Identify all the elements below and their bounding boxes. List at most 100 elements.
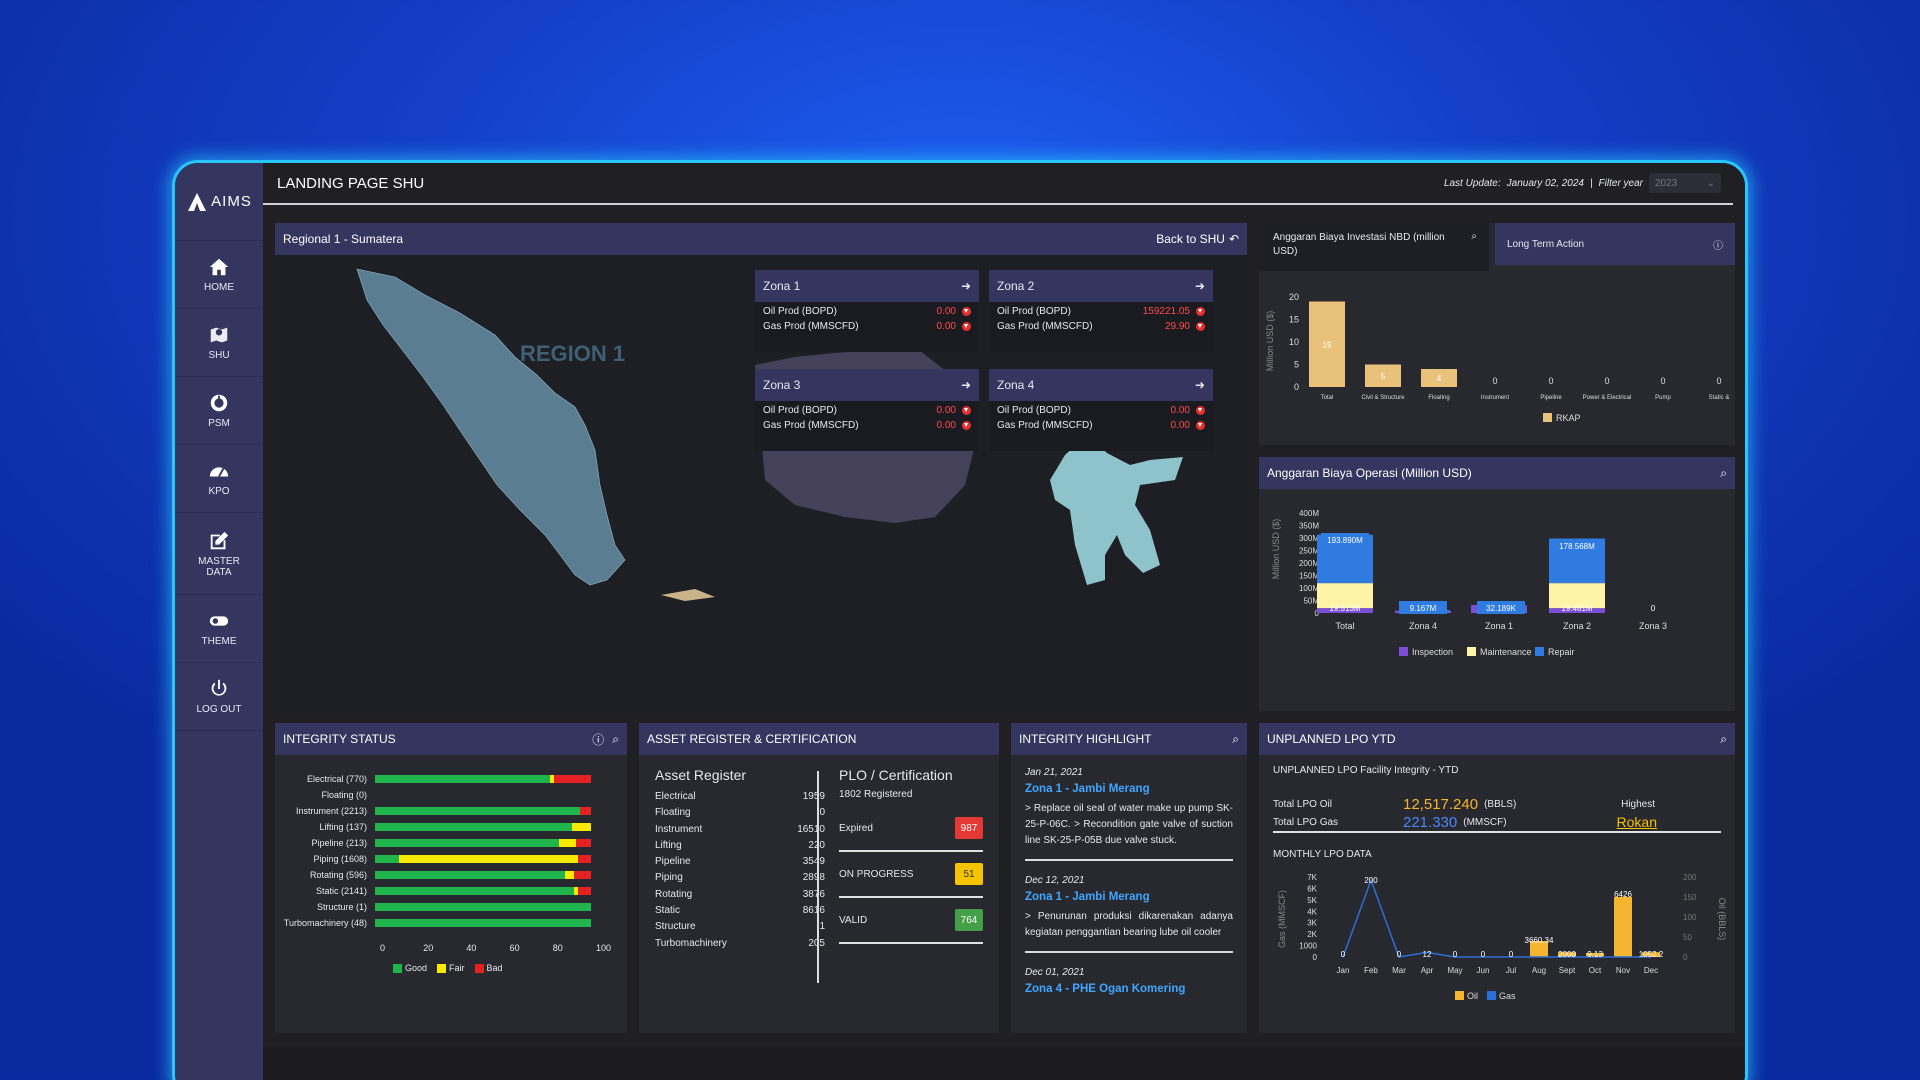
arrow-right-circle-icon[interactable]: ➜ xyxy=(961,378,971,392)
integrity-row[interactable]: Static (2141) xyxy=(275,883,627,899)
x-tick-label: Apr xyxy=(1421,966,1434,975)
asset-row[interactable]: Rotating 3876 xyxy=(655,889,825,905)
cert-valid[interactable]: VALID 764 xyxy=(839,898,983,944)
highlight-date: Dec 12, 2021 xyxy=(1025,875,1085,886)
cert-expired[interactable]: Expired 987 xyxy=(839,806,983,852)
integrity-row-label: Turbomachinery (48) xyxy=(283,918,367,928)
last-update-label: Last Update: xyxy=(1443,177,1501,189)
integrity-row[interactable]: Rotating (596) xyxy=(275,867,627,883)
data-label: 9.167M xyxy=(1410,604,1437,613)
search-icon[interactable]: ⌕ xyxy=(1720,466,1727,481)
search-icon[interactable]: ⌕ xyxy=(1232,732,1239,747)
x-tick-label: Pump xyxy=(1655,395,1671,401)
arrow-right-circle-icon[interactable]: ➜ xyxy=(1195,378,1205,392)
integrity-segment-bad xyxy=(578,887,591,895)
bar-value-label: 4 xyxy=(1437,374,1442,383)
asset-row[interactable]: Electrical 1959 xyxy=(655,791,825,807)
bar-value-label: 0 xyxy=(1548,376,1553,386)
x-tick-label: 80 xyxy=(552,943,563,953)
sidebar-item-shu[interactable]: SHU xyxy=(175,309,263,377)
sidebar-item-logout[interactable]: LOG OUT xyxy=(175,663,263,731)
integrity-row[interactable]: Instrument (2213) xyxy=(275,803,627,819)
sidebar-item-theme[interactable]: THEME xyxy=(175,595,263,663)
asset-row[interactable]: Pipeline 3549 xyxy=(655,856,825,872)
integrity-header: INTEGRITY STATUS ⓘ ⌕ xyxy=(275,723,627,755)
zone-card-1[interactable]: Zona 1 ➜ Oil Prod (BOPD) 0.00 Gas Prod (MM… xyxy=(755,270,979,352)
asset-row[interactable]: Turbomachinery205 xyxy=(655,938,825,954)
integrity-row-label: Pipeline (213) xyxy=(311,838,367,848)
info-icon[interactable]: ⓘ xyxy=(1713,237,1723,252)
zone-oil-row: Oil Prod (BOPD) 0.00 xyxy=(989,405,1213,416)
asset-row[interactable]: Floating 0 xyxy=(655,807,825,823)
long-term-label: Long Term Action xyxy=(1507,238,1585,250)
asset-row[interactable]: Piping 2898 xyxy=(655,872,825,888)
back-to-shu-link[interactable]: Back to SHU ↶ xyxy=(1156,232,1239,246)
filter-year-label: Filter year xyxy=(1598,177,1643,189)
highest-value-link[interactable]: Rokan xyxy=(1617,814,1657,830)
sidebar-item-kpo[interactable]: KPO xyxy=(175,445,263,513)
asset-row[interactable]: Instrument 16510 xyxy=(655,824,825,840)
legend-label: Repair xyxy=(1548,647,1575,657)
y-axis-label: Million USD ($) xyxy=(1265,311,1275,372)
region-breadcrumb: Regional 1 - Sumatera xyxy=(283,232,404,246)
integrity-title: INTEGRITY STATUS xyxy=(283,732,396,746)
cert-on-progress[interactable]: ON PROGRESS 51 xyxy=(839,852,983,898)
app-logo[interactable]: AIMS xyxy=(175,163,263,241)
zone-card-header: Zona 2 ➜ xyxy=(989,270,1213,302)
highlight-zone-link[interactable]: Zona 4 - PHE Ogan Komering xyxy=(1025,981,1233,997)
legend-swatch xyxy=(1535,647,1544,656)
integrity-row[interactable]: Electrical (770) xyxy=(275,771,627,787)
asset-count: 3549 xyxy=(802,856,825,868)
monthly-lpo-chart: Gas (MMSCF) Oil (BBLS)010002K3K4K5K6K7K05… xyxy=(1277,873,1727,1001)
unplanned-lpo-panel: UNPLANNED LPO YTD ⌕ UNPLANNED LPO Facilit… xyxy=(1259,723,1735,1033)
x-tick-label: Zona 4 xyxy=(1409,621,1437,631)
asset-row[interactable]: Structure 1 xyxy=(655,921,825,937)
legend-swatch xyxy=(1543,413,1552,422)
highlight-zone-link[interactable]: Zona 1 - Jambi Merang xyxy=(1025,781,1233,797)
zone-name: Zona 4 xyxy=(997,378,1035,392)
long-term-action-button[interactable]: Long Term Action ⓘ xyxy=(1495,223,1735,265)
integrity-row[interactable]: Turbomachinery (48) xyxy=(275,915,627,931)
integrity-x-axis: 0 20 40 60 80 100 xyxy=(380,943,611,955)
asset-row[interactable]: Lifting220 xyxy=(655,840,825,856)
zone-name: Zona 2 xyxy=(997,279,1035,293)
asset-name: Static xyxy=(655,905,681,917)
arrow-right-circle-icon[interactable]: ➜ xyxy=(961,279,971,293)
zone-gas-row: Gas Prod (MMSCFD) 0.00 xyxy=(755,321,979,332)
highlight-zone-link[interactable]: Zona 1 - Jambi Merang xyxy=(1025,889,1233,905)
sidebar-item-label: PSM xyxy=(208,418,230,429)
search-icon[interactable]: ⌕ xyxy=(1720,732,1727,747)
info-icon[interactable]: ⓘ xyxy=(592,731,604,748)
zone-card-2[interactable]: Zona 2 ➜ Oil Prod (BOPD) 159221.05 Gas Pro… xyxy=(989,270,1213,352)
integrity-row[interactable]: Pipeline (213) xyxy=(275,835,627,851)
integrity-row-bar xyxy=(375,839,591,847)
oil-value: 159221.05 xyxy=(1142,306,1190,317)
integrity-row-label: Rotating (596) xyxy=(309,870,367,880)
sidebar-item-home[interactable]: HOME xyxy=(175,241,263,309)
search-icon[interactable]: ⌕ xyxy=(612,732,619,747)
bar-value-label: 5 xyxy=(1381,372,1386,381)
integrity-row[interactable]: Structure (1) xyxy=(275,899,627,915)
y-tick-label: 5 xyxy=(1294,360,1299,370)
point-label: 12 xyxy=(1423,950,1432,959)
filter-year-select[interactable]: 2023 ⌄ xyxy=(1649,173,1721,193)
arrow-right-circle-icon[interactable]: ➜ xyxy=(1195,279,1205,293)
integrity-row-label: Lifting (137) xyxy=(319,822,367,832)
sidebar-item-psm[interactable]: PSM xyxy=(175,377,263,445)
zone-card-4[interactable]: Zona 4 ➜ Oil Prod (BOPD) 0.00 Gas Prod (MM… xyxy=(989,369,1213,451)
integrity-row-bar xyxy=(375,775,591,783)
cert-badge: 51 xyxy=(955,863,983,885)
integrity-row[interactable]: Piping (1608) xyxy=(275,851,627,867)
integrity-row[interactable]: Floating (0) xyxy=(275,787,627,803)
data-label: 193.890M xyxy=(1327,536,1363,545)
sidebar-item-master-data[interactable]: MASTER DATA xyxy=(175,513,263,595)
main-content: LANDING PAGE SHU Last Update: January 02… xyxy=(263,163,1745,1080)
data-label: 0 xyxy=(1651,604,1656,613)
zone-card-3[interactable]: Zona 3 ➜ Oil Prod (BOPD) 0.00 Gas Prod (MM… xyxy=(755,369,979,451)
integrity-row[interactable]: Lifting (137) xyxy=(275,819,627,835)
asset-count: 8616 xyxy=(802,905,825,917)
operations-header: Anggaran Biaya Operasi (Million USD) ⌕ xyxy=(1259,457,1735,489)
asset-row[interactable]: Static 8616 xyxy=(655,905,825,921)
x-tick-label: Jun xyxy=(1477,966,1490,975)
search-icon[interactable]: ⌕ xyxy=(1471,231,1477,271)
